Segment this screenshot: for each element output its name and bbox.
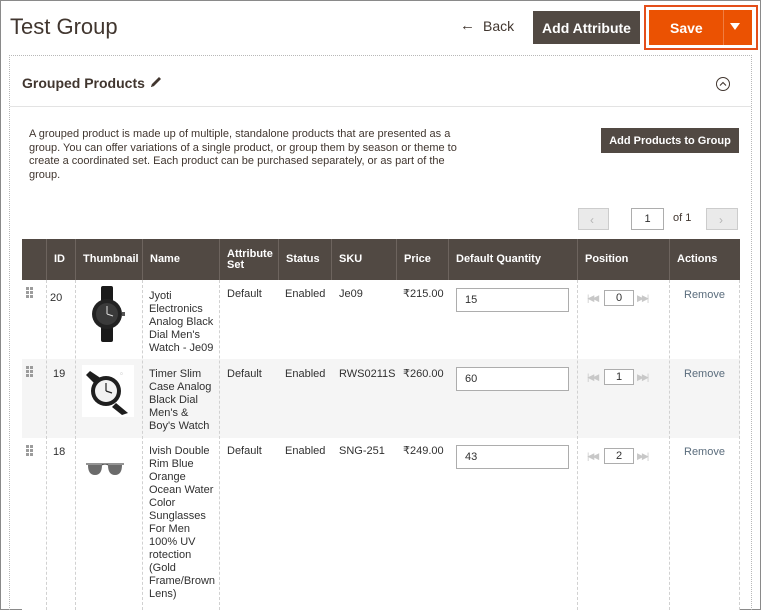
default-quantity-input[interactable]: 15 [456, 288, 569, 312]
column-header-attribute-set[interactable]: Attribute Set [219, 239, 278, 280]
pager-next-button[interactable]: › [706, 208, 738, 230]
row-name: Jyoti Electronics Analog Black Dial Men'… [149, 290, 214, 354]
column-header-name[interactable]: Name [142, 239, 219, 280]
save-button[interactable]: Save [649, 10, 752, 45]
chevron-right-icon: › [719, 213, 723, 227]
column-header-status[interactable]: Status [278, 239, 331, 280]
row-sku: SNG-251 [339, 445, 385, 457]
product-thumbnail-sunglasses[interactable] [84, 460, 126, 480]
column-header-price[interactable]: Price [396, 239, 448, 280]
remove-link[interactable]: Remove [684, 368, 725, 380]
default-quantity-input[interactable]: 43 [456, 445, 569, 469]
grid-header: ID Thumbnail Name Attribute Set Status S… [22, 239, 740, 280]
back-label: Back [483, 17, 515, 34]
svg-text:◌: ◌ [120, 371, 123, 377]
row-attribute-set: Default [227, 445, 262, 457]
remove-link[interactable]: Remove [684, 289, 725, 301]
move-last-icon[interactable]: ▶▶| [637, 372, 649, 383]
grouped-products-grid: ID Thumbnail Name Attribute Set Status S… [22, 239, 740, 610]
column-header-default-quantity[interactable]: Default Quantity [448, 239, 577, 280]
product-thumbnail-watch[interactable]: ◌ [82, 365, 134, 417]
position-input[interactable]: 0 [604, 290, 634, 306]
row-sku: RWS0211S [339, 368, 396, 380]
pager-previous-button[interactable]: ‹ [578, 208, 609, 230]
chevron-up-circle-icon[interactable] [715, 76, 731, 92]
column-divider [75, 280, 76, 610]
default-quantity-input[interactable]: 60 [456, 367, 569, 391]
row-name: Ivish Double Rim Blue Orange Ocean Water… [149, 445, 216, 600]
move-first-icon[interactable]: |◀◀ [587, 372, 599, 383]
column-header-drag [22, 239, 46, 280]
row-attribute-set: Default [227, 368, 262, 380]
column-header-actions: Actions [669, 239, 740, 280]
add-products-to-group-button[interactable]: Add Products to Group [601, 128, 739, 153]
row-status: Enabled [285, 368, 326, 380]
product-thumbnail-watch[interactable] [84, 286, 130, 342]
row-price: ₹215.00 [403, 288, 444, 300]
table-row: 20 Jyoti Electronics Analog Black Dial M… [22, 280, 740, 359]
back-button[interactable]: ← Back [460, 17, 514, 34]
row-price: ₹260.00 [403, 368, 444, 380]
table-row: 18 Ivish Double Rim Blue Orange Ocean Wa… [22, 438, 740, 610]
row-status: Enabled [285, 445, 326, 457]
save-label: Save [670, 19, 703, 36]
row-sku: Je09 [339, 288, 363, 300]
column-divider [577, 280, 578, 610]
section-title[interactable]: Grouped Products [22, 75, 145, 91]
page-title: Test Group [10, 14, 118, 39]
move-first-icon[interactable]: |◀◀ [587, 293, 599, 304]
table-row: 19 ◌ Timer Slim Case Analog Black Dial M… [22, 359, 740, 438]
chevron-left-icon: ‹ [590, 213, 594, 227]
caret-down-icon[interactable] [730, 23, 740, 30]
arrow-left-icon: ← [460, 17, 475, 34]
column-header-position[interactable]: Position [577, 239, 669, 280]
move-last-icon[interactable]: ▶▶| [637, 293, 649, 304]
drag-handle-icon[interactable] [26, 287, 34, 301]
column-divider [142, 280, 143, 610]
position-input[interactable]: 1 [604, 369, 634, 385]
column-divider [46, 280, 47, 610]
row-id: 20 [50, 292, 63, 304]
column-divider [669, 280, 670, 610]
save-split-divider [723, 10, 724, 45]
row-id: 18 [53, 446, 66, 458]
row-id: 19 [53, 368, 66, 380]
section-description: A grouped product is made up of multiple… [29, 128, 457, 181]
column-divider [219, 280, 220, 610]
page-number-input[interactable]: 1 [631, 208, 664, 230]
row-price: ₹249.00 [403, 445, 444, 457]
row-status: Enabled [285, 288, 326, 300]
drag-handle-icon[interactable] [26, 445, 34, 459]
drag-handle-icon[interactable] [26, 366, 34, 380]
section-divider [10, 106, 751, 107]
row-name: Timer Slim Case Analog Black Dial Men's … [149, 368, 212, 432]
column-header-thumbnail[interactable]: Thumbnail [75, 239, 142, 280]
pencil-icon[interactable] [149, 74, 163, 90]
column-header-id[interactable]: ID [46, 239, 75, 280]
column-divider [739, 280, 740, 610]
move-last-icon[interactable]: ▶▶| [637, 451, 649, 462]
position-input[interactable]: 2 [604, 448, 634, 464]
remove-link[interactable]: Remove [684, 446, 725, 458]
page-total-label: of 1 [673, 212, 692, 224]
row-attribute-set: Default [227, 288, 262, 300]
move-first-icon[interactable]: |◀◀ [587, 451, 599, 462]
column-header-sku[interactable]: SKU [331, 239, 396, 280]
add-attribute-button[interactable]: Add Attribute [533, 11, 640, 44]
